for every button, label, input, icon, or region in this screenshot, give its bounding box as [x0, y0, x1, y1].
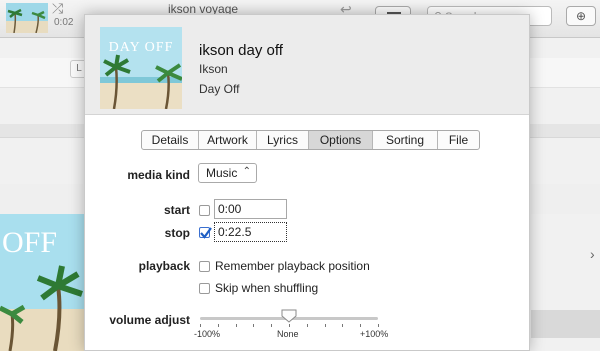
skip-shuffling-label[interactable]: Skip when shuffling [215, 281, 318, 295]
playback-label: playback [138, 259, 190, 273]
album-art-text: OFF [2, 226, 57, 259]
get-info-dialog: DAY OFF ikson day off Ikson Day Off Deta… [84, 14, 530, 351]
track-album: Day Off [199, 82, 240, 96]
stop-time-field[interactable]: 0:22.5 [214, 222, 287, 242]
tab-artwork[interactable]: Artwork [199, 131, 257, 149]
skip-shuffling-checkbox[interactable] [199, 283, 210, 294]
tab-options[interactable]: Options [309, 131, 373, 149]
shuffle-icon[interactable]: ⤮ [52, 0, 63, 17]
volume-slider-thumb[interactable] [281, 309, 297, 323]
volume-tick [289, 324, 290, 327]
volume-tick [378, 324, 379, 327]
track-artist: Ikson [199, 62, 228, 76]
volume-tick [253, 324, 254, 327]
volume-tick [271, 324, 272, 327]
track-title: ikson day off [199, 42, 283, 59]
elapsed-time: 0:02 [54, 17, 74, 28]
tab-file[interactable]: File [438, 131, 479, 149]
now-playing-artwork[interactable] [6, 3, 48, 33]
checkmark-icon [200, 227, 212, 239]
tab-details[interactable]: Details [142, 131, 199, 149]
tab-lyrics[interactable]: Lyrics [257, 131, 309, 149]
chevron-up-down-icon: ⌃ [242, 166, 251, 177]
volume-tick [342, 324, 343, 327]
volume-tick [307, 324, 308, 327]
album-artwork-large[interactable]: OFF [0, 214, 84, 351]
stop-label: stop [164, 226, 190, 240]
media-kind-value: Music [206, 166, 238, 180]
stop-checkbox[interactable] [199, 227, 212, 239]
remember-position-label[interactable]: Remember playback position [215, 259, 370, 273]
start-label: start [163, 203, 190, 217]
volume-tick [200, 324, 201, 327]
volume-tick [236, 324, 237, 327]
background-row [531, 310, 600, 338]
dialog-album-art-text: DAY OFF [109, 40, 174, 55]
chevron-right-icon[interactable]: › [590, 246, 595, 262]
volume-tick [218, 324, 219, 327]
remember-position-checkbox[interactable] [199, 261, 210, 272]
dialog-album-artwork: DAY OFF [100, 27, 182, 109]
media-kind-select[interactable]: Music ⌃ [198, 163, 257, 183]
start-checkbox[interactable] [199, 205, 210, 216]
volume-tick [325, 324, 326, 327]
info-tab-bar: Details Artwork Lyrics Options Sorting F… [141, 130, 480, 150]
tab-sorting[interactable]: Sorting [373, 131, 438, 149]
volume-max-label: +100% [360, 329, 389, 339]
volume-tick [360, 324, 361, 327]
volume-adjust-label: volume adjust [109, 313, 190, 327]
volume-min-label: -100% [194, 329, 221, 339]
start-time-field[interactable]: 0:00 [214, 199, 287, 219]
download-icon[interactable]: ⊕ [566, 6, 596, 26]
volume-none-label: None [277, 329, 299, 339]
media-kind-label: media kind [127, 168, 190, 182]
